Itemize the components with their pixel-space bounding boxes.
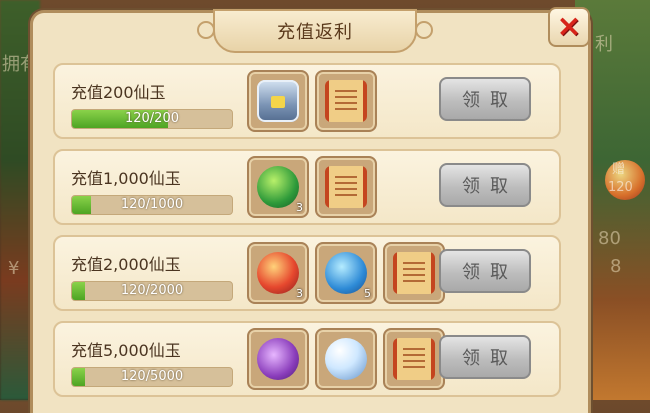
reward-item-slot[interactable]: 5	[315, 242, 377, 304]
blue-turtle-icon	[325, 252, 367, 294]
progress-bar: 120/5000	[71, 367, 233, 387]
row-title: 充值200仙玉	[71, 83, 166, 102]
item-qty: 3	[296, 287, 303, 300]
progress-bar: 120/2000	[71, 281, 233, 301]
reward-item-slot[interactable]	[247, 328, 309, 390]
row-title: 充值1,000仙玉	[71, 169, 181, 188]
background-number-1: 80	[598, 228, 621, 249]
item-qty: 3	[296, 201, 303, 214]
reward-item-slot[interactable]	[247, 70, 309, 132]
background-symbol: ¥	[8, 258, 20, 279]
scroll-icon	[325, 166, 367, 208]
progress-bar: 120/200	[71, 109, 233, 129]
claim-button[interactable]: 领取	[439, 335, 531, 379]
reward-item-slot[interactable]	[315, 328, 377, 390]
scroll-icon	[393, 252, 435, 294]
close-button[interactable]: ×	[548, 7, 590, 47]
dialog-title: 充值返利	[197, 9, 433, 53]
item-qty: 5	[364, 287, 371, 300]
progress-text: 120/5000	[120, 369, 184, 384]
reward-items: 3	[247, 156, 377, 218]
reward-item-slot[interactable]	[383, 242, 445, 304]
background-text-right: 利	[595, 34, 613, 55]
row-title: 充值5,000仙玉	[71, 341, 181, 360]
reward-items	[247, 70, 377, 132]
claim-button[interactable]: 领取	[439, 77, 531, 121]
reward-item-slot[interactable]	[383, 328, 445, 390]
reward-row: 充值2,000仙玉 120/2000 3 5 领取	[53, 235, 561, 311]
reward-item-slot[interactable]: 3	[247, 156, 309, 218]
background-gift-label: 赠	[612, 162, 626, 177]
reward-row: 充值5,000仙玉 120/5000 领取	[53, 321, 561, 397]
reward-row: 充值1,000仙玉 120/1000 3 领取	[53, 149, 561, 225]
row-title: 充值2,000仙玉	[71, 255, 181, 274]
purple-pouch-icon	[257, 338, 299, 380]
reward-row: 充值200仙玉 120/200 领取	[53, 63, 561, 139]
chest-icon	[257, 80, 299, 122]
progress-text: 120/2000	[120, 283, 184, 298]
scroll-icon	[325, 80, 367, 122]
recharge-rebate-dialog: 充值返利 × 充值200仙玉 120/200 领取 充值1,000仙玉 120/…	[30, 7, 591, 413]
pearl-icon	[325, 338, 367, 380]
background-gift-value: 120	[608, 180, 633, 195]
reward-item-slot[interactable]	[315, 156, 377, 218]
reward-item-slot[interactable]: 3	[247, 242, 309, 304]
claim-button[interactable]: 领取	[439, 163, 531, 207]
red-orb-icon	[257, 252, 299, 294]
reward-items: 3 5	[247, 242, 445, 304]
progress-bar: 120/1000	[71, 195, 233, 215]
progress-text: 120/200	[124, 111, 179, 126]
close-icon: ×	[556, 9, 582, 44]
progress-text: 120/1000	[120, 197, 184, 212]
reward-list[interactable]: 充值200仙玉 120/200 领取 充值1,000仙玉 120/1000 3 …	[53, 63, 561, 407]
reward-item-slot[interactable]	[315, 70, 377, 132]
claim-button[interactable]: 领取	[439, 249, 531, 293]
scroll-icon	[393, 338, 435, 380]
reward-items	[247, 328, 445, 390]
background-number-2: 8	[610, 256, 622, 277]
green-jade-icon	[257, 166, 299, 208]
